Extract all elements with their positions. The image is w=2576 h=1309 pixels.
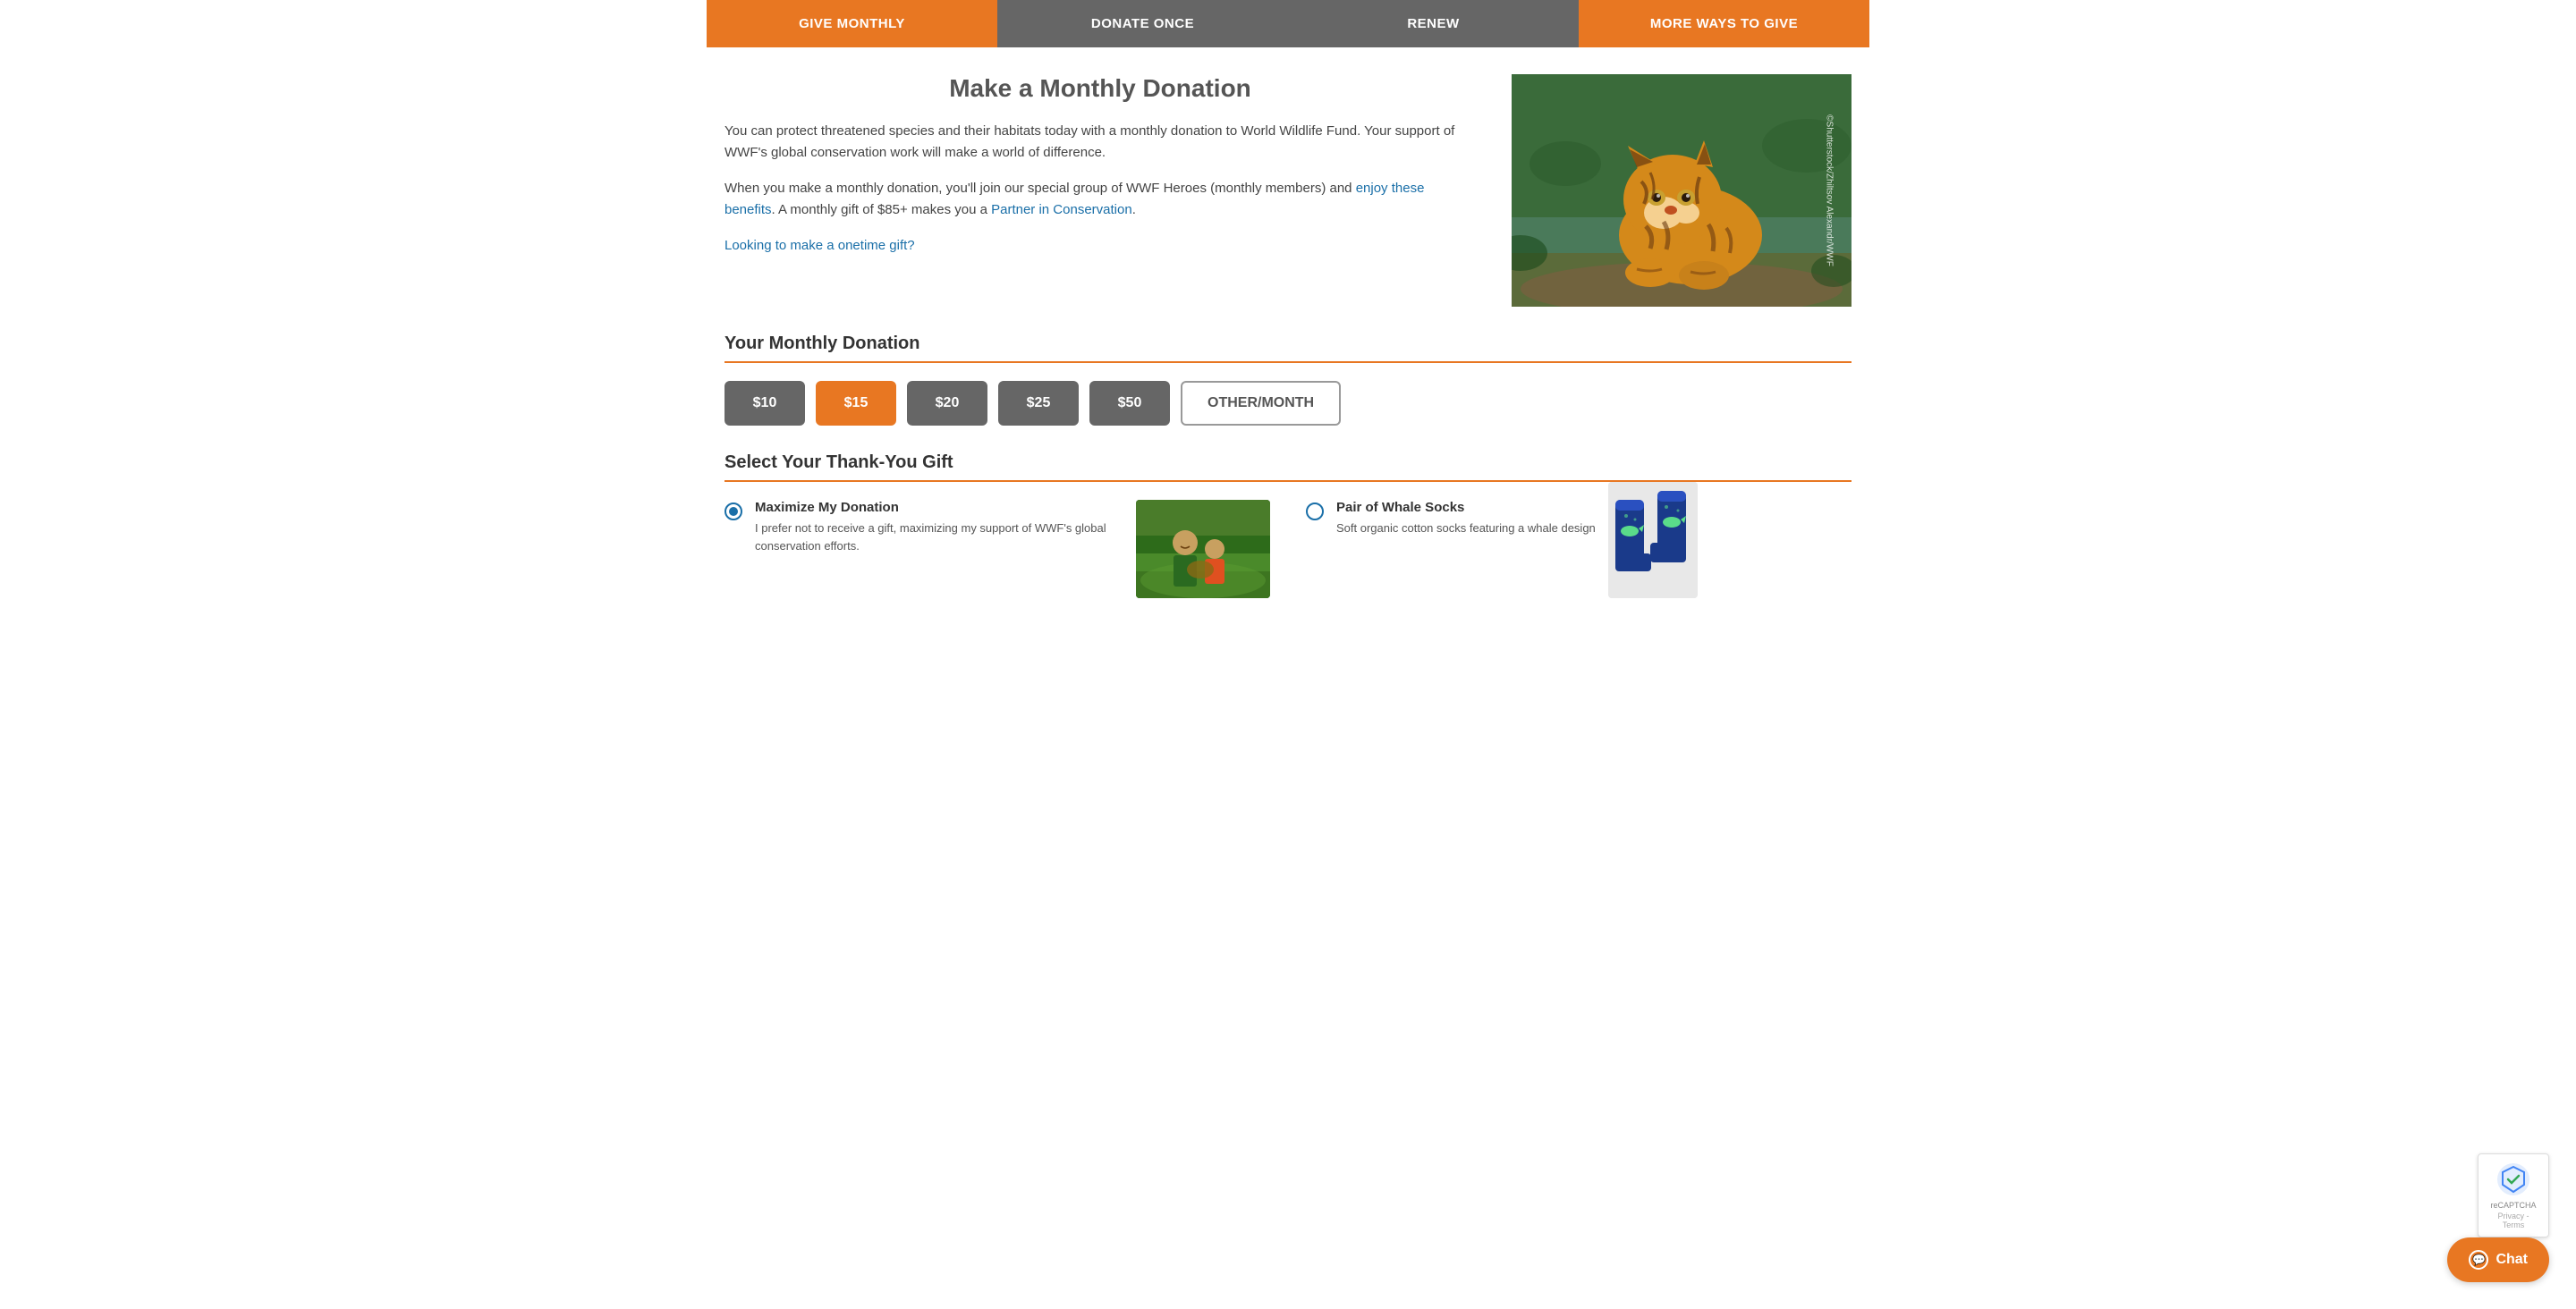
hero-paragraph-2: When you make a monthly donation, you'll… (724, 178, 1476, 221)
onetime-gift-link[interactable]: Looking to make a onetime gift? (724, 238, 915, 253)
chat-icon: 💬 (2469, 1250, 2488, 1270)
amount-20[interactable]: $20 (907, 381, 987, 426)
gift-section: Select Your Thank-You Gift Maximize My D… (724, 452, 1852, 598)
tab-more-ways[interactable]: MORE WAYS TO GIVE (1579, 0, 1869, 47)
hero-paragraph-1: You can protect threatened species and t… (724, 121, 1476, 164)
recaptcha-branding: reCAPTCHA (2487, 1201, 2539, 1210)
tab-donate-once[interactable]: DONATE ONCE (997, 0, 1288, 47)
chat-button[interactable]: 💬 Chat (2447, 1237, 2549, 1282)
amount-buttons: $10 $15 $20 $25 $50 OTHER/MONTH (724, 381, 1852, 426)
recaptcha-badge: reCAPTCHA Privacy - Terms (2478, 1153, 2549, 1237)
tiger-svg (1512, 74, 1852, 307)
radio-whale-socks[interactable] (1306, 502, 1324, 520)
amount-50[interactable]: $50 (1089, 381, 1170, 426)
donation-section-title: Your Monthly Donation (724, 334, 1852, 363)
gift-image-maximize (1136, 500, 1270, 598)
gift-info-whale-socks: Pair of Whale Socks Soft organic cotton … (1336, 500, 1596, 537)
socks-svg (1608, 482, 1698, 598)
amount-other[interactable]: OTHER/MONTH (1181, 381, 1341, 426)
tiger-image: ©Shutterstock/Zhiltsov Alexandr/WWF (1512, 74, 1852, 307)
gift-option-maximize: Maximize My Donation I prefer not to rec… (724, 500, 1270, 598)
amount-15[interactable]: $15 (816, 381, 896, 426)
recaptcha-logo (2496, 1161, 2531, 1197)
photo-credit: ©Shutterstock/Zhiltsov Alexandr/WWF (1825, 114, 1835, 266)
gift-options: Maximize My Donation I prefer not to rec… (724, 500, 1852, 598)
gift-section-title: Select Your Thank-You Gift (724, 452, 1852, 482)
amount-10[interactable]: $10 (724, 381, 805, 426)
people-svg (1136, 500, 1270, 598)
donation-section: Your Monthly Donation $10 $15 $20 $25 $5… (724, 334, 1852, 426)
partner-conservation-link[interactable]: Partner in Conservation (991, 202, 1132, 217)
hero-section: Make a Monthly Donation You can protect … (724, 74, 1852, 307)
main-content: Make a Monthly Donation You can protect … (707, 47, 1869, 616)
nav-tabs: GIVE MONTHLY DONATE ONCE RENEW MORE WAYS… (0, 0, 2576, 47)
hero-image-container: ©Shutterstock/Zhiltsov Alexandr/WWF (1512, 74, 1852, 307)
gift-desc-maximize: I prefer not to receive a gift, maximizi… (755, 519, 1123, 554)
gift-info-maximize: Maximize My Donation I prefer not to rec… (755, 500, 1123, 554)
page-title: Make a Monthly Donation (724, 74, 1476, 103)
hero-text: Make a Monthly Donation You can protect … (724, 74, 1476, 307)
recaptcha-privacy[interactable]: Privacy - Terms (2487, 1212, 2539, 1229)
gift-title-maximize: Maximize My Donation (755, 500, 1123, 515)
gift-title-whale-socks: Pair of Whale Socks (1336, 500, 1596, 515)
gift-image-whale-socks (1608, 482, 1698, 598)
gift-desc-whale-socks: Soft organic cotton socks featuring a wh… (1336, 519, 1596, 537)
tab-give-monthly[interactable]: GIVE MONTHLY (707, 0, 997, 47)
socks-placeholder (1608, 482, 1698, 598)
tab-renew[interactable]: RENEW (1288, 0, 1579, 47)
recaptcha-icon (2496, 1161, 2531, 1197)
chat-label: Chat (2496, 1252, 2528, 1268)
gift-option-whale-socks: Pair of Whale Socks Soft organic cotton … (1306, 500, 1852, 598)
hero-image: ©Shutterstock/Zhiltsov Alexandr/WWF (1512, 74, 1852, 307)
radio-maximize[interactable] (724, 502, 742, 520)
amount-25[interactable]: $25 (998, 381, 1079, 426)
people-placeholder (1136, 500, 1270, 598)
